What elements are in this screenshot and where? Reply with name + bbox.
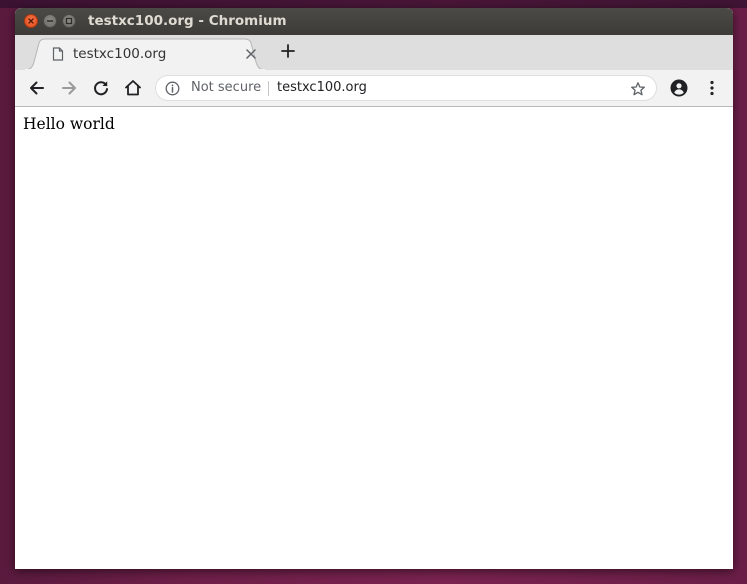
page-body-text: Hello world xyxy=(23,115,115,133)
info-icon[interactable] xyxy=(165,81,180,96)
address-bar[interactable]: Not secure testxc100.org xyxy=(155,75,657,101)
window-title: testxc100.org - Chromium xyxy=(88,13,287,29)
omnibox-separator xyxy=(268,81,269,96)
new-tab-icon[interactable] xyxy=(280,43,296,59)
reload-icon[interactable] xyxy=(91,78,111,98)
minimize-icon xyxy=(46,20,54,22)
window-close-button[interactable] xyxy=(24,14,38,28)
home-icon[interactable] xyxy=(123,78,143,98)
url-text[interactable]: testxc100.org xyxy=(277,80,367,95)
window-minimize-button[interactable] xyxy=(43,14,57,28)
tab-close-icon[interactable] xyxy=(245,48,257,60)
desktop-top-panel xyxy=(0,0,747,8)
back-icon[interactable] xyxy=(27,78,47,98)
security-label[interactable]: Not secure xyxy=(191,80,261,95)
window-maximize-button[interactable] xyxy=(62,14,76,28)
forward-icon[interactable] xyxy=(59,78,79,98)
maximize-icon xyxy=(65,17,73,25)
star-icon[interactable] xyxy=(630,81,646,97)
browser-window: testxc100.org - Chromium testxc100.org N… xyxy=(15,8,733,569)
menu-icon[interactable] xyxy=(702,78,722,98)
title-bar: testxc100.org - Chromium xyxy=(15,8,733,35)
tab-strip: testxc100.org xyxy=(15,35,733,70)
close-icon xyxy=(28,18,34,24)
account-icon[interactable] xyxy=(669,78,689,98)
tab-title: testxc100.org xyxy=(73,46,167,62)
page-icon xyxy=(52,47,64,61)
toolbar: Not secure testxc100.org xyxy=(15,70,733,107)
page-content: Hello world xyxy=(15,107,733,569)
tab-active[interactable]: testxc100.org xyxy=(25,38,265,70)
